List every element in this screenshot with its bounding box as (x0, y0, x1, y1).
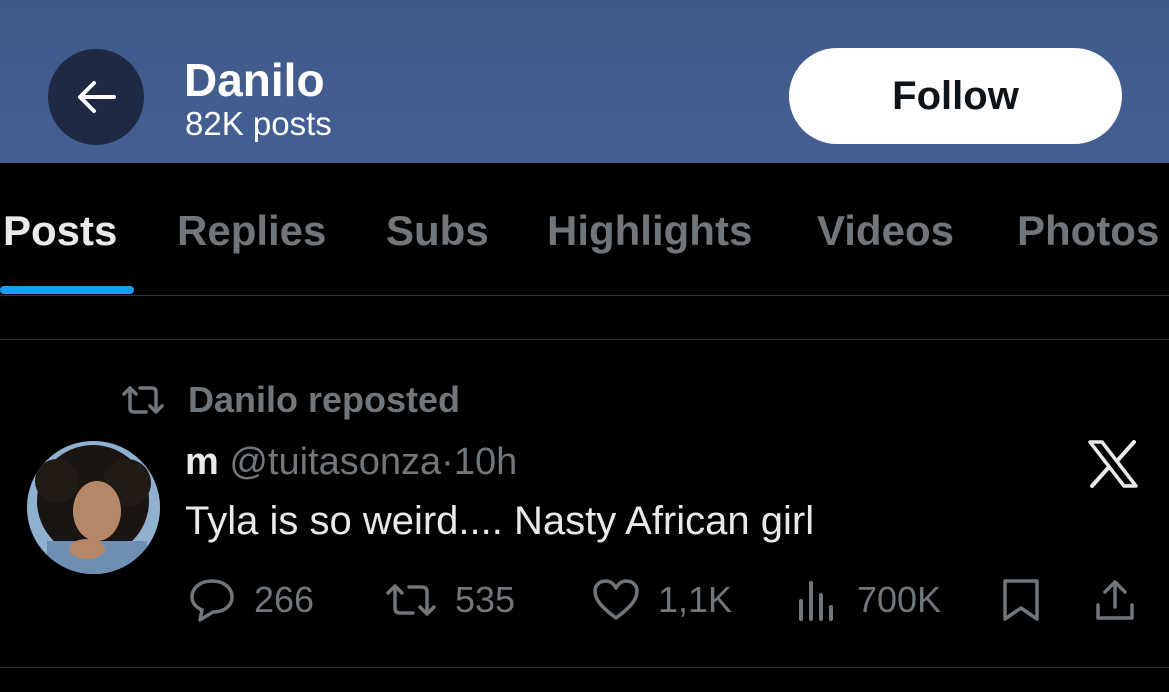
bookmark-icon (1003, 579, 1039, 621)
like-button[interactable]: 1,1K (592, 575, 732, 625)
like-count: 1,1K (658, 579, 733, 620)
back-button[interactable] (48, 49, 144, 145)
repost-context[interactable]: Danilo reposted (120, 378, 460, 422)
active-tab-indicator (0, 286, 134, 294)
repost-button[interactable]: 535 (385, 575, 515, 625)
post-top-divider (0, 339, 1169, 340)
tab-replies[interactable]: Replies (177, 207, 326, 255)
post-bottom-divider (0, 667, 1169, 668)
arrow-left-icon (78, 81, 116, 113)
post-time[interactable]: 10h (454, 441, 517, 483)
share-button[interactable] (1093, 575, 1155, 625)
tab-highlights[interactable]: Highlights (547, 207, 752, 255)
tabs-divider (0, 295, 1169, 296)
avatar-image (27, 441, 160, 574)
profile-name: Danilo (184, 54, 325, 106)
views-button[interactable]: 700K (797, 575, 941, 625)
reply-icon (190, 579, 234, 622)
bookmark-button[interactable] (1000, 575, 1060, 625)
repost-action-icon (386, 584, 436, 616)
profile-tabs: Posts Replies Subs Highlights Videos Pho… (0, 163, 1169, 295)
tab-photos[interactable]: Photos (1017, 207, 1159, 255)
share-icon (1096, 580, 1134, 620)
reply-button[interactable]: 266 (188, 575, 314, 625)
views-count: 700K (857, 579, 942, 620)
post-text: Tyla is so weird.... Nasty African girl (185, 499, 815, 543)
tab-subs[interactable]: Subs (386, 207, 489, 255)
x-logo-icon (1088, 440, 1138, 488)
views-chart-icon (799, 581, 833, 621)
follow-button[interactable]: Follow (789, 48, 1122, 144)
repost-icon (122, 386, 164, 414)
author-handle[interactable]: @tuitasonza (229, 441, 441, 483)
heart-icon (593, 579, 639, 620)
repost-label: Danilo reposted (188, 379, 461, 420)
tab-posts[interactable]: Posts (3, 207, 117, 255)
repost-count: 535 (455, 579, 516, 620)
avatar[interactable] (27, 441, 160, 574)
profile-header: Danilo 82K posts Follow (0, 0, 1169, 163)
separator-dot: · (441, 441, 454, 483)
post-author-line: m @tuitasonza·10h (185, 440, 517, 484)
author-name[interactable]: m (185, 441, 219, 483)
tab-videos[interactable]: Videos (817, 207, 954, 255)
reply-count: 266 (254, 579, 315, 620)
post-count: 82K posts (185, 105, 332, 142)
